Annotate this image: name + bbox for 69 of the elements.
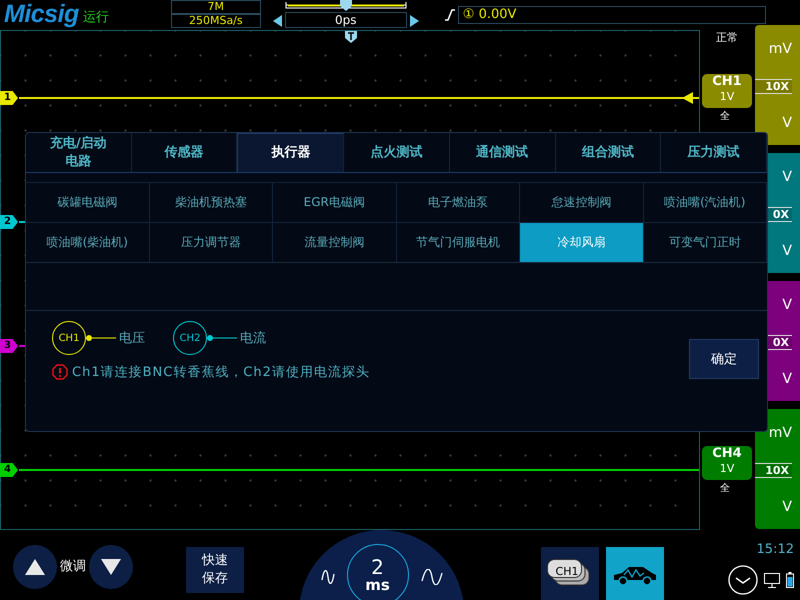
legend-label: 电流 xyxy=(240,330,266,347)
probe-ratio: 10X xyxy=(755,462,792,478)
unit-label[interactable]: V xyxy=(782,243,792,259)
monitor-icon xyxy=(764,572,780,588)
option-item[interactable]: 喷油嘴(柴油机) xyxy=(26,222,150,262)
channel-button[interactable]: CH1 xyxy=(541,547,599,600)
time-offset: 0ps xyxy=(284,12,407,28)
right-arrow-icon[interactable] xyxy=(410,15,419,27)
option-item[interactable]: 流量控制阀 xyxy=(273,222,396,262)
quick-save-button[interactable]: 快速保存 xyxy=(186,547,244,593)
channel-tag[interactable]: CH1 1V xyxy=(702,74,752,108)
unit-label[interactable]: V xyxy=(782,297,792,313)
logo: Micsig xyxy=(4,0,79,28)
up-triangle-icon xyxy=(25,559,45,575)
channel-marker: 1 xyxy=(0,91,18,105)
bandwidth-label: 全 xyxy=(720,110,730,123)
unit-label[interactable]: V xyxy=(782,115,792,131)
confirm-button[interactable]: 确定 xyxy=(689,339,759,379)
channel-circle: CH1 xyxy=(52,321,86,355)
tab[interactable]: 点火测试 xyxy=(344,133,450,172)
warning-text: Ch1请连接BNC转香蕉线，Ch2请使用电流探头 xyxy=(72,364,370,381)
channel-marker: 3 xyxy=(0,339,18,353)
unit-label[interactable]: V xyxy=(782,371,792,387)
battery-icon xyxy=(786,572,794,588)
option-item[interactable]: 碳罐电磁阀 xyxy=(26,182,150,222)
run-state: 运行 xyxy=(82,9,109,26)
fine-tune-label: 微调 xyxy=(60,558,86,575)
left-arrow-icon[interactable] xyxy=(272,15,282,27)
acquire-mode: 正常 xyxy=(716,30,738,45)
trigger-level: ① 0.00V xyxy=(458,6,766,24)
probe-ratio: 10X xyxy=(755,78,792,94)
option-item[interactable]: 柴油机预热塞 xyxy=(150,182,273,222)
down-button[interactable] xyxy=(89,545,133,589)
option-item[interactable]: 喷油嘴(汽油机) xyxy=(644,182,767,222)
unit-label[interactable]: mV xyxy=(768,41,792,57)
sine-wave-icon xyxy=(420,569,442,585)
lead-line xyxy=(86,335,116,341)
option-item[interactable]: 电子燃油泵 xyxy=(396,182,520,222)
tab[interactable]: 通信测试 xyxy=(450,133,556,172)
channel-tag[interactable]: CH4 1V xyxy=(702,446,752,480)
channel-marker: 2 xyxy=(0,215,18,229)
tab[interactable]: 压力测试 xyxy=(661,133,768,172)
down-triangle-icon xyxy=(101,559,121,575)
sample-rate: 250MSa/s xyxy=(170,14,261,28)
unit-label[interactable]: mV xyxy=(768,425,792,441)
chevron-down-icon[interactable] xyxy=(728,565,758,595)
unit-label[interactable]: V xyxy=(782,499,792,515)
sine-wave-icon xyxy=(320,570,334,584)
up-button[interactable] xyxy=(13,545,57,589)
option-item[interactable]: 压力调节器 xyxy=(150,222,273,262)
tab[interactable]: 充电/启动电路 xyxy=(26,133,132,172)
timebase-dial[interactable]: 2 ms xyxy=(299,530,464,600)
legend-label: 电压 xyxy=(119,330,145,347)
channel-marker: 4 xyxy=(0,463,18,477)
time-scale-circle: 2 ms xyxy=(346,544,408,600)
option-item[interactable]: EGR电磁阀 xyxy=(273,182,396,222)
channel-circle: CH2 xyxy=(173,321,207,355)
clock: 15:12 xyxy=(756,542,794,557)
unit-label[interactable]: V xyxy=(782,169,792,185)
memory-depth: 7M xyxy=(170,0,261,14)
tab[interactable]: 执行器 xyxy=(237,133,344,172)
car-button[interactable] xyxy=(606,547,664,600)
lead-line xyxy=(207,335,237,341)
tab[interactable]: 组合测试 xyxy=(556,133,662,172)
option-item[interactable]: 可变气门正时 xyxy=(644,222,767,262)
trigger-position-icon xyxy=(345,31,357,43)
warning-icon xyxy=(52,364,68,380)
bandwidth-label: 全 xyxy=(720,482,730,495)
rising-edge-icon xyxy=(444,9,455,21)
